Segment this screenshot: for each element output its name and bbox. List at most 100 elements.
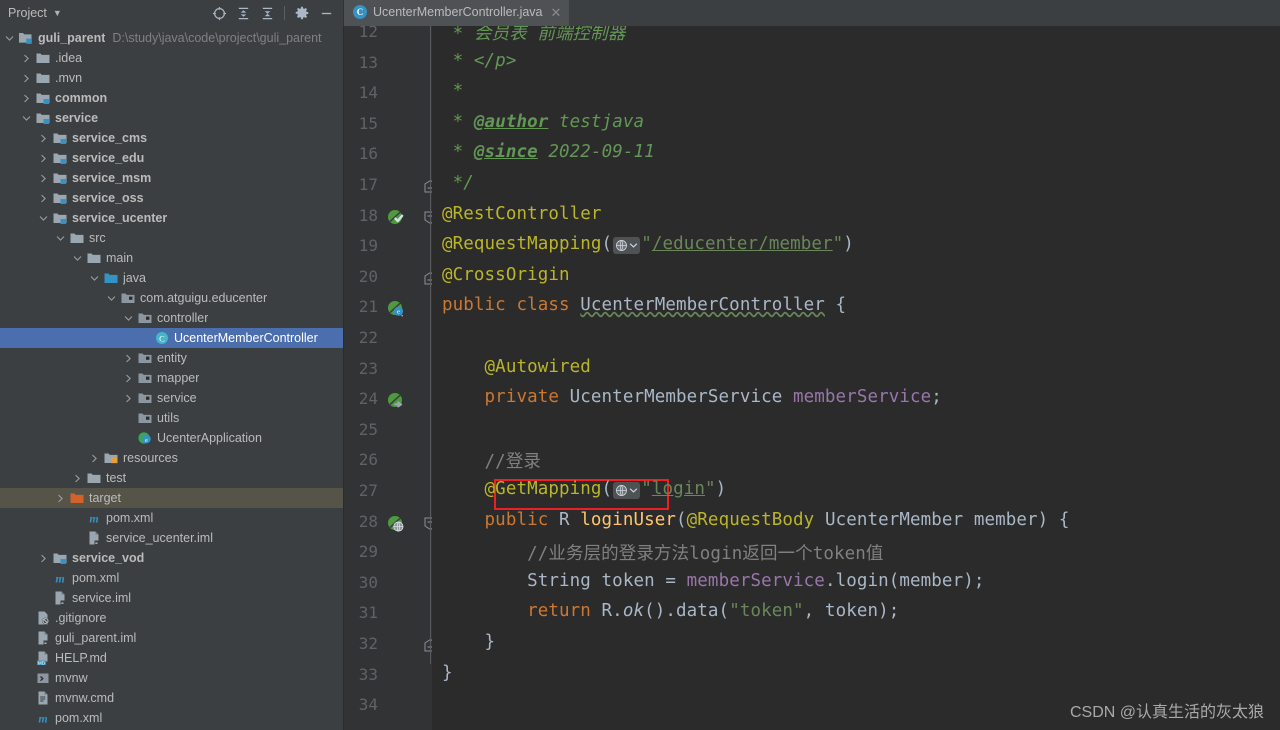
tree-item-mvnw[interactable]: mvnw [0, 668, 343, 688]
tree-item-service-cms[interactable]: service_cms [0, 128, 343, 148]
line-number: 30 [358, 572, 378, 592]
chevron-down-icon[interactable] [89, 273, 100, 284]
module-icon [52, 210, 68, 226]
tree-item-utils[interactable]: utils [0, 408, 343, 428]
tree-item-com-atguigu-educenter[interactable]: com.atguigu.educenter [0, 288, 343, 308]
chevron-down-icon[interactable] [4, 33, 15, 44]
tree-item-service-vod[interactable]: service_vod [0, 548, 343, 568]
tree-item-service-oss[interactable]: service_oss [0, 188, 343, 208]
minimize-icon[interactable] [315, 2, 337, 24]
chevron-right-icon[interactable] [21, 93, 32, 104]
chevron-down-icon[interactable] [106, 293, 117, 304]
main-body: guli_parent D:\study\java\code\project\gu… [0, 26, 1280, 730]
tree-item-guli-parent[interactable]: guli_parent D:\study\java\code\project\gu… [0, 28, 343, 48]
tree-item-label: HELP.md [55, 651, 107, 665]
tree-item-guli-parent-iml[interactable]: guli_parent.iml [0, 628, 343, 648]
tree-item-service[interactable]: service [0, 388, 343, 408]
locate-icon[interactable] [208, 2, 230, 24]
project-tool-header: Project ▼ [0, 0, 344, 26]
chevron-right-icon[interactable] [89, 453, 100, 464]
spring-class-icon: e [137, 430, 153, 446]
url-mapping-inlay-icon[interactable] [613, 482, 641, 499]
tree-item-help-md[interactable]: MD HELP.md [0, 648, 343, 668]
tool-window-title[interactable]: Project [5, 6, 47, 20]
tree-item-service-edu[interactable]: service_edu [0, 148, 343, 168]
editor-gutter[interactable]: 12 13 14 15 16 17 18 19 20 21 e 22 23 24 25 26 27 28 29 30 3… [344, 26, 437, 730]
tree-item-service-iml[interactable]: service.iml [0, 588, 343, 608]
chevron-right-icon[interactable] [21, 73, 32, 84]
line-number: 23 [358, 358, 378, 378]
tree-item-mapper[interactable]: mapper [0, 368, 343, 388]
tree-item-pom-xml[interactable]: m pom.xml [0, 568, 343, 588]
tree-item-src[interactable]: src [0, 228, 343, 248]
code-line: @CrossOrigin [442, 264, 570, 285]
chevron-right-icon[interactable] [38, 193, 49, 204]
package-icon [137, 370, 153, 386]
project-tree[interactable]: guli_parent D:\study\java\code\project\gu… [0, 26, 344, 730]
tree-item-mvnw-cmd[interactable]: mvnw.cmd [0, 688, 343, 708]
line-number: 34 [358, 695, 378, 715]
close-icon[interactable]: ✕ [551, 6, 562, 19]
code-editor[interactable]: 12 13 14 15 16 17 18 19 20 21 e 22 23 24 25 26 27 28 29 30 3… [344, 26, 1280, 730]
spring-bean-globe-icon[interactable] [386, 514, 406, 534]
tree-item-idea[interactable]: .idea [0, 48, 343, 68]
tree-item-service-ucenter[interactable]: service_ucenter [0, 208, 343, 228]
tree-item-gitignore[interactable]: .gitignore [0, 608, 343, 628]
code-line: } [484, 632, 496, 652]
spring-bean-arrow-icon[interactable] [386, 391, 406, 411]
resource-folder-icon [103, 450, 119, 466]
tree-item-service-ucenter-iml[interactable]: service_ucenter.iml [0, 528, 343, 548]
tree-item-mvn[interactable]: .mvn [0, 68, 343, 88]
chevron-down-icon[interactable] [72, 253, 83, 264]
tree-item-service-msm[interactable]: service_msm [0, 168, 343, 188]
tree-item-label: guli_parent [38, 31, 106, 45]
spring-bean-check-icon[interactable] [386, 208, 406, 228]
module-icon [35, 90, 51, 106]
tree-item-label: service_ucenter.iml [106, 531, 213, 545]
chevron-down-icon[interactable] [55, 233, 66, 244]
iml-icon [86, 530, 102, 546]
chevron-right-icon[interactable] [123, 393, 134, 404]
chevron-right-icon[interactable] [123, 373, 134, 384]
expand-all-icon[interactable] [232, 2, 254, 24]
chevron-right-icon[interactable] [55, 493, 66, 504]
collapse-all-icon[interactable] [256, 2, 278, 24]
tree-item-label: controller [157, 311, 209, 325]
tree-item-pom-xml[interactable]: m pom.xml [0, 708, 343, 728]
chevron-down-icon[interactable] [38, 213, 49, 224]
tree-item-label: src [89, 231, 106, 245]
url-mapping-inlay-icon[interactable] [613, 237, 641, 255]
module-icon [52, 170, 68, 186]
chevron-right-icon[interactable] [38, 173, 49, 184]
tab-label: UcenterMemberController.java [373, 5, 543, 19]
chevron-right-icon[interactable] [123, 353, 134, 364]
tree-item-target[interactable]: target [0, 488, 343, 508]
tree-item-common[interactable]: common [0, 88, 343, 108]
maven-icon: m [35, 710, 51, 726]
tree-item-java[interactable]: java [0, 268, 343, 288]
chevron-right-icon[interactable] [72, 473, 83, 484]
chevron-right-icon[interactable] [21, 53, 32, 64]
tab-ucenter-member-controller[interactable]: C UcenterMemberController.java ✕ [344, 0, 570, 26]
tree-item-label: service.iml [72, 591, 132, 605]
chevron-down-icon[interactable]: ▼ [53, 8, 62, 18]
chevron-down-icon[interactable] [123, 313, 134, 324]
tree-item-entity[interactable]: entity [0, 348, 343, 368]
gear-icon[interactable] [291, 2, 313, 24]
tree-item-main[interactable]: main [0, 248, 343, 268]
chevron-right-icon[interactable] [38, 133, 49, 144]
tree-item-label: service_cms [72, 131, 148, 145]
tree-item-controller[interactable]: controller [0, 308, 343, 328]
spring-bean-e-icon[interactable]: e [386, 299, 406, 319]
tree-item-service[interactable]: service [0, 108, 343, 128]
tree-item-ucentermembercontroller[interactable]: C UcenterMemberController [0, 328, 343, 348]
tree-item-ucenterapplication[interactable]: e UcenterApplication [0, 428, 343, 448]
tree-item-resources[interactable]: resources [0, 448, 343, 468]
tree-item-pom-xml[interactable]: m pom.xml [0, 508, 343, 528]
code-content[interactable]: * 会员表 前端控制器 * </p> * * @author testjava … [432, 26, 1280, 730]
chevron-right-icon[interactable] [38, 553, 49, 564]
tree-item-label: service_vod [72, 551, 145, 565]
chevron-down-icon[interactable] [21, 113, 32, 124]
chevron-right-icon[interactable] [38, 153, 49, 164]
tree-item-test[interactable]: test [0, 468, 343, 488]
